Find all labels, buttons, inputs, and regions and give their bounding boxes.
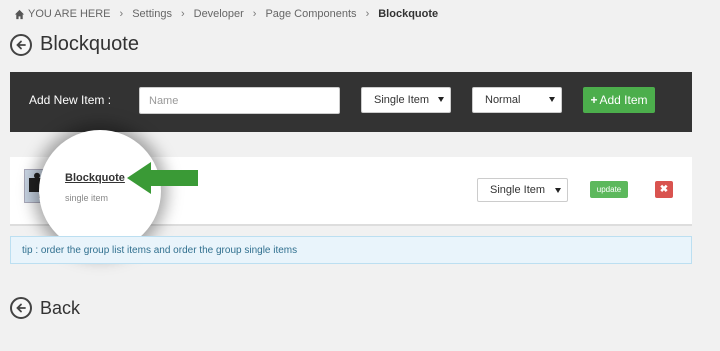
item-style-select[interactable]: Normal <box>472 87 562 113</box>
tip-message: tip : order the group list items and ord… <box>10 236 692 264</box>
page-title: Blockquote <box>40 33 139 55</box>
update-button[interactable]: update <box>590 181 628 198</box>
plus-icon: + <box>590 93 598 107</box>
back-link[interactable]: Back <box>10 297 80 319</box>
item-style-value: Normal <box>485 94 521 106</box>
chevron-down-icon <box>549 97 555 102</box>
add-item-bar: Add New Item : Single Item Normal + Add … <box>10 72 692 132</box>
breadcrumb-settings[interactable]: Settings <box>132 8 172 20</box>
chevron-down-icon <box>555 188 561 193</box>
item-type-select[interactable]: Single Item <box>361 87 451 113</box>
component-title-link[interactable]: Blockquote <box>65 172 125 184</box>
add-item-button[interactable]: + Add Item <box>583 87 655 113</box>
chevron-down-icon <box>438 97 444 102</box>
back-label[interactable]: Back <box>40 298 80 319</box>
breadcrumb-developer[interactable]: Developer <box>194 8 244 20</box>
add-item-button-label: Add Item <box>599 93 648 107</box>
close-icon: ✖ <box>659 184 669 195</box>
item-type-value: Single Item <box>374 94 430 106</box>
breadcrumb-separator: › <box>180 8 185 20</box>
component-subtitle: single item <box>65 193 109 203</box>
component-type-select[interactable]: Single Item <box>477 178 568 202</box>
breadcrumb-separator: › <box>252 8 257 20</box>
pointer-arrow-icon <box>127 162 198 194</box>
breadcrumb-separator: › <box>119 8 124 20</box>
breadcrumb-you-are-here: YOU ARE HERE <box>28 8 111 20</box>
breadcrumb-current: Blockquote <box>378 8 439 20</box>
breadcrumb: YOU ARE HERE › Settings › Developer › Pa… <box>14 7 438 21</box>
add-item-label: Add New Item : <box>29 93 112 107</box>
page-header: Blockquote <box>10 33 139 56</box>
home-icon[interactable] <box>14 9 25 20</box>
breadcrumb-page-components[interactable]: Page Components <box>265 8 356 20</box>
breadcrumb-separator: › <box>365 8 370 20</box>
name-input[interactable] <box>139 87 340 114</box>
back-arrow-icon[interactable] <box>10 297 32 319</box>
delete-button[interactable]: ✖ <box>655 181 673 198</box>
component-type-value: Single Item <box>490 184 546 196</box>
back-arrow-icon[interactable] <box>10 33 32 56</box>
